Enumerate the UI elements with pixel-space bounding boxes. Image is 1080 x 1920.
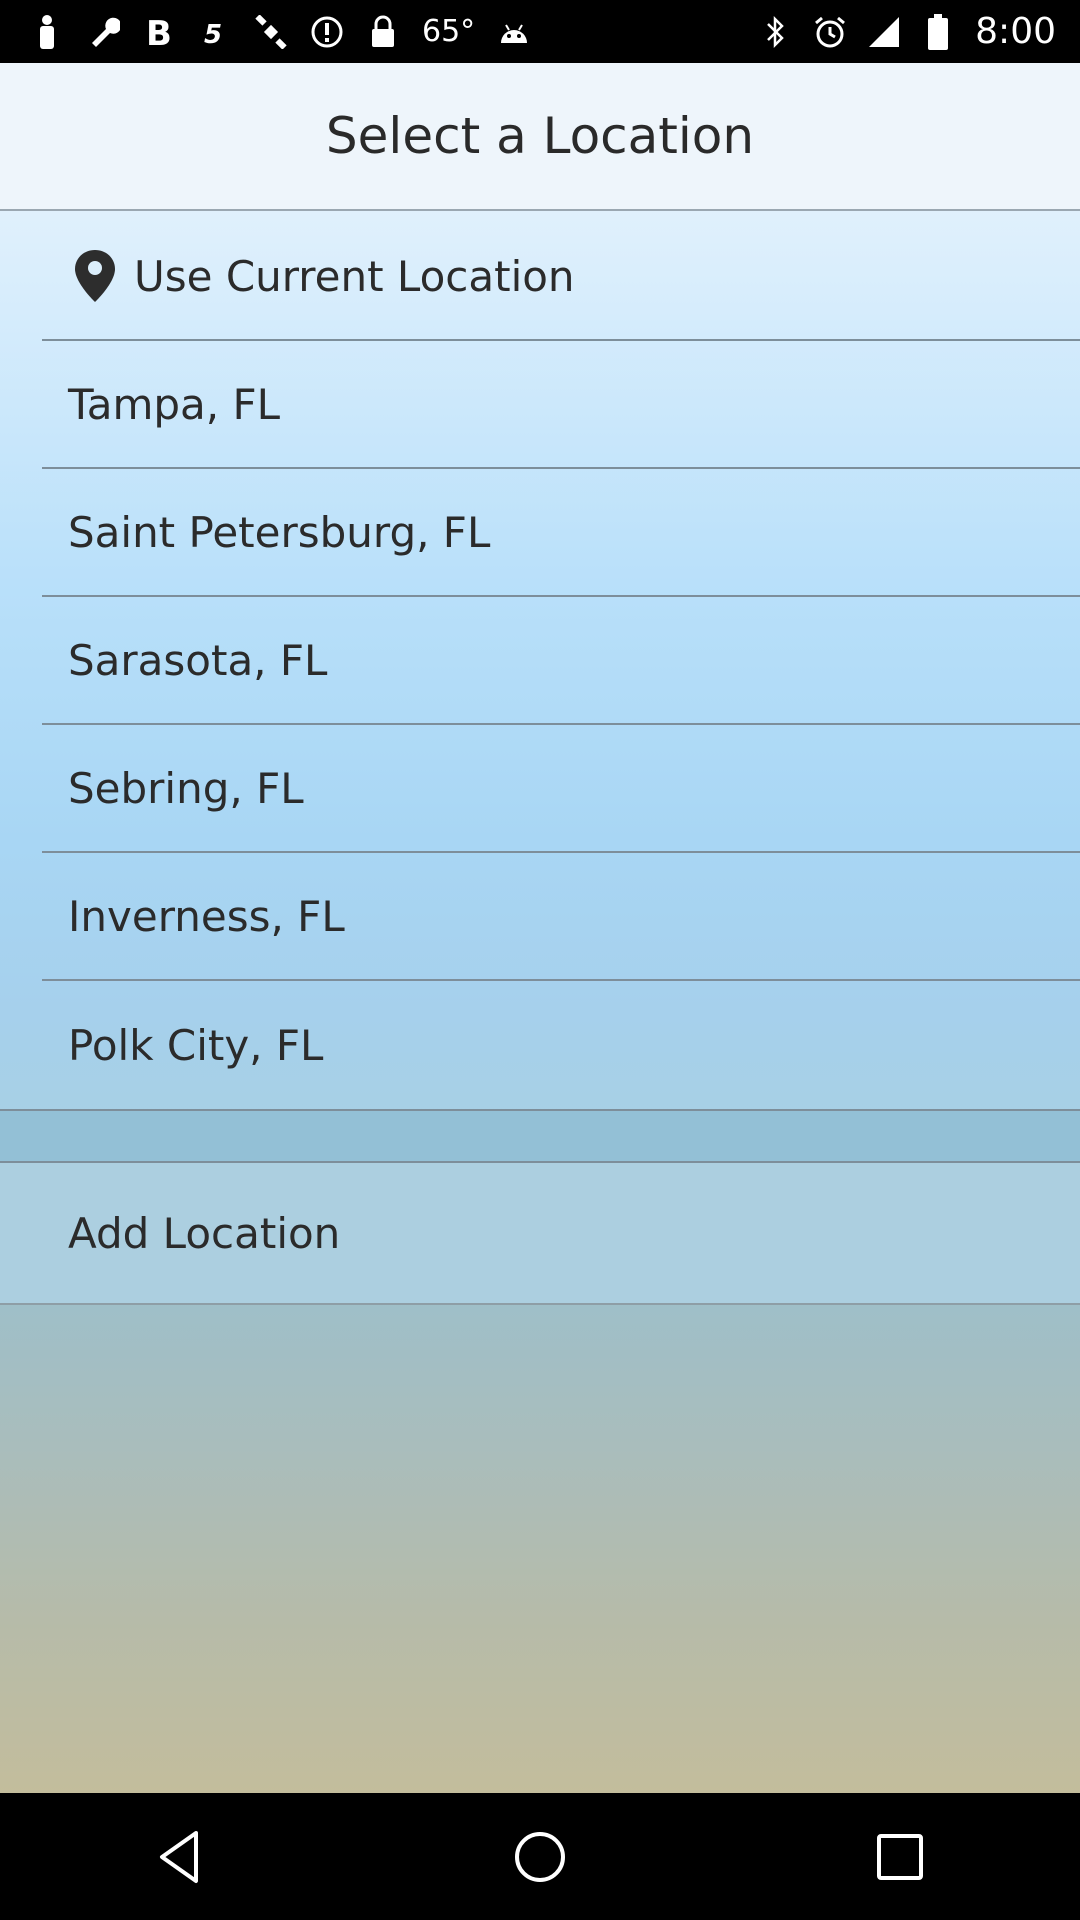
signal-icon bbox=[867, 15, 901, 49]
home-button[interactable] bbox=[500, 1817, 580, 1897]
location-label: Inverness, FL bbox=[68, 891, 345, 941]
location-item-tampa[interactable]: Tampa, FL bbox=[42, 341, 1080, 469]
recents-button[interactable] bbox=[860, 1817, 940, 1897]
back-icon bbox=[160, 1830, 198, 1883]
status-bar: B 5 65° 8:00 bbox=[0, 0, 1080, 63]
status-icons-left: B 5 65° bbox=[0, 14, 531, 49]
location-label: Sarasota, FL bbox=[68, 635, 328, 685]
header: Select a Location bbox=[0, 63, 1080, 211]
location-label: Sebring, FL bbox=[68, 763, 304, 813]
location-pin-icon bbox=[75, 250, 115, 302]
page-title: Select a Location bbox=[325, 107, 755, 165]
svg-text:B: B bbox=[146, 15, 172, 49]
back-button[interactable] bbox=[140, 1817, 220, 1897]
satellite-icon bbox=[254, 14, 288, 49]
battery-icon bbox=[921, 13, 955, 50]
lock-icon bbox=[366, 15, 400, 49]
s-app-icon: 5 bbox=[198, 15, 232, 49]
location-item-inverness[interactable]: Inverness, FL bbox=[42, 853, 1080, 981]
location-label: Polk City, FL bbox=[68, 1020, 324, 1070]
add-location-label: Add Location bbox=[68, 1208, 341, 1258]
home-icon bbox=[515, 1831, 565, 1882]
person-icon bbox=[30, 14, 64, 49]
status-icons-right: 8:00 bbox=[759, 11, 1080, 52]
android-icon bbox=[497, 15, 531, 49]
location-screen: Select a Location Use Current Location T… bbox=[0, 63, 1080, 1793]
alarm-icon bbox=[813, 15, 847, 49]
clock: 8:00 bbox=[975, 11, 1056, 52]
bluetooth-icon bbox=[759, 15, 793, 49]
location-label: Tampa, FL bbox=[68, 379, 281, 429]
temperature-text: 65° bbox=[422, 14, 476, 49]
bold-b-icon: B bbox=[142, 15, 176, 49]
use-current-location-item[interactable]: Use Current Location bbox=[42, 213, 1080, 341]
navigation-bar bbox=[0, 1793, 1080, 1920]
location-item-sarasota[interactable]: Sarasota, FL bbox=[42, 597, 1080, 725]
alert-circle-icon bbox=[310, 15, 344, 49]
add-location-button[interactable]: Add Location bbox=[0, 1163, 1080, 1305]
section-divider bbox=[0, 1109, 1080, 1163]
location-item-polk-city[interactable]: Polk City, FL bbox=[42, 981, 1080, 1109]
use-current-location-label: Use Current Location bbox=[134, 251, 575, 301]
svg-text:5: 5 bbox=[204, 20, 222, 49]
location-label: Saint Petersburg, FL bbox=[68, 507, 491, 557]
wrench-icon bbox=[86, 15, 120, 49]
recents-icon bbox=[877, 1833, 923, 1880]
location-item-sebring[interactable]: Sebring, FL bbox=[42, 725, 1080, 853]
location-item-saint-petersburg[interactable]: Saint Petersburg, FL bbox=[42, 469, 1080, 597]
